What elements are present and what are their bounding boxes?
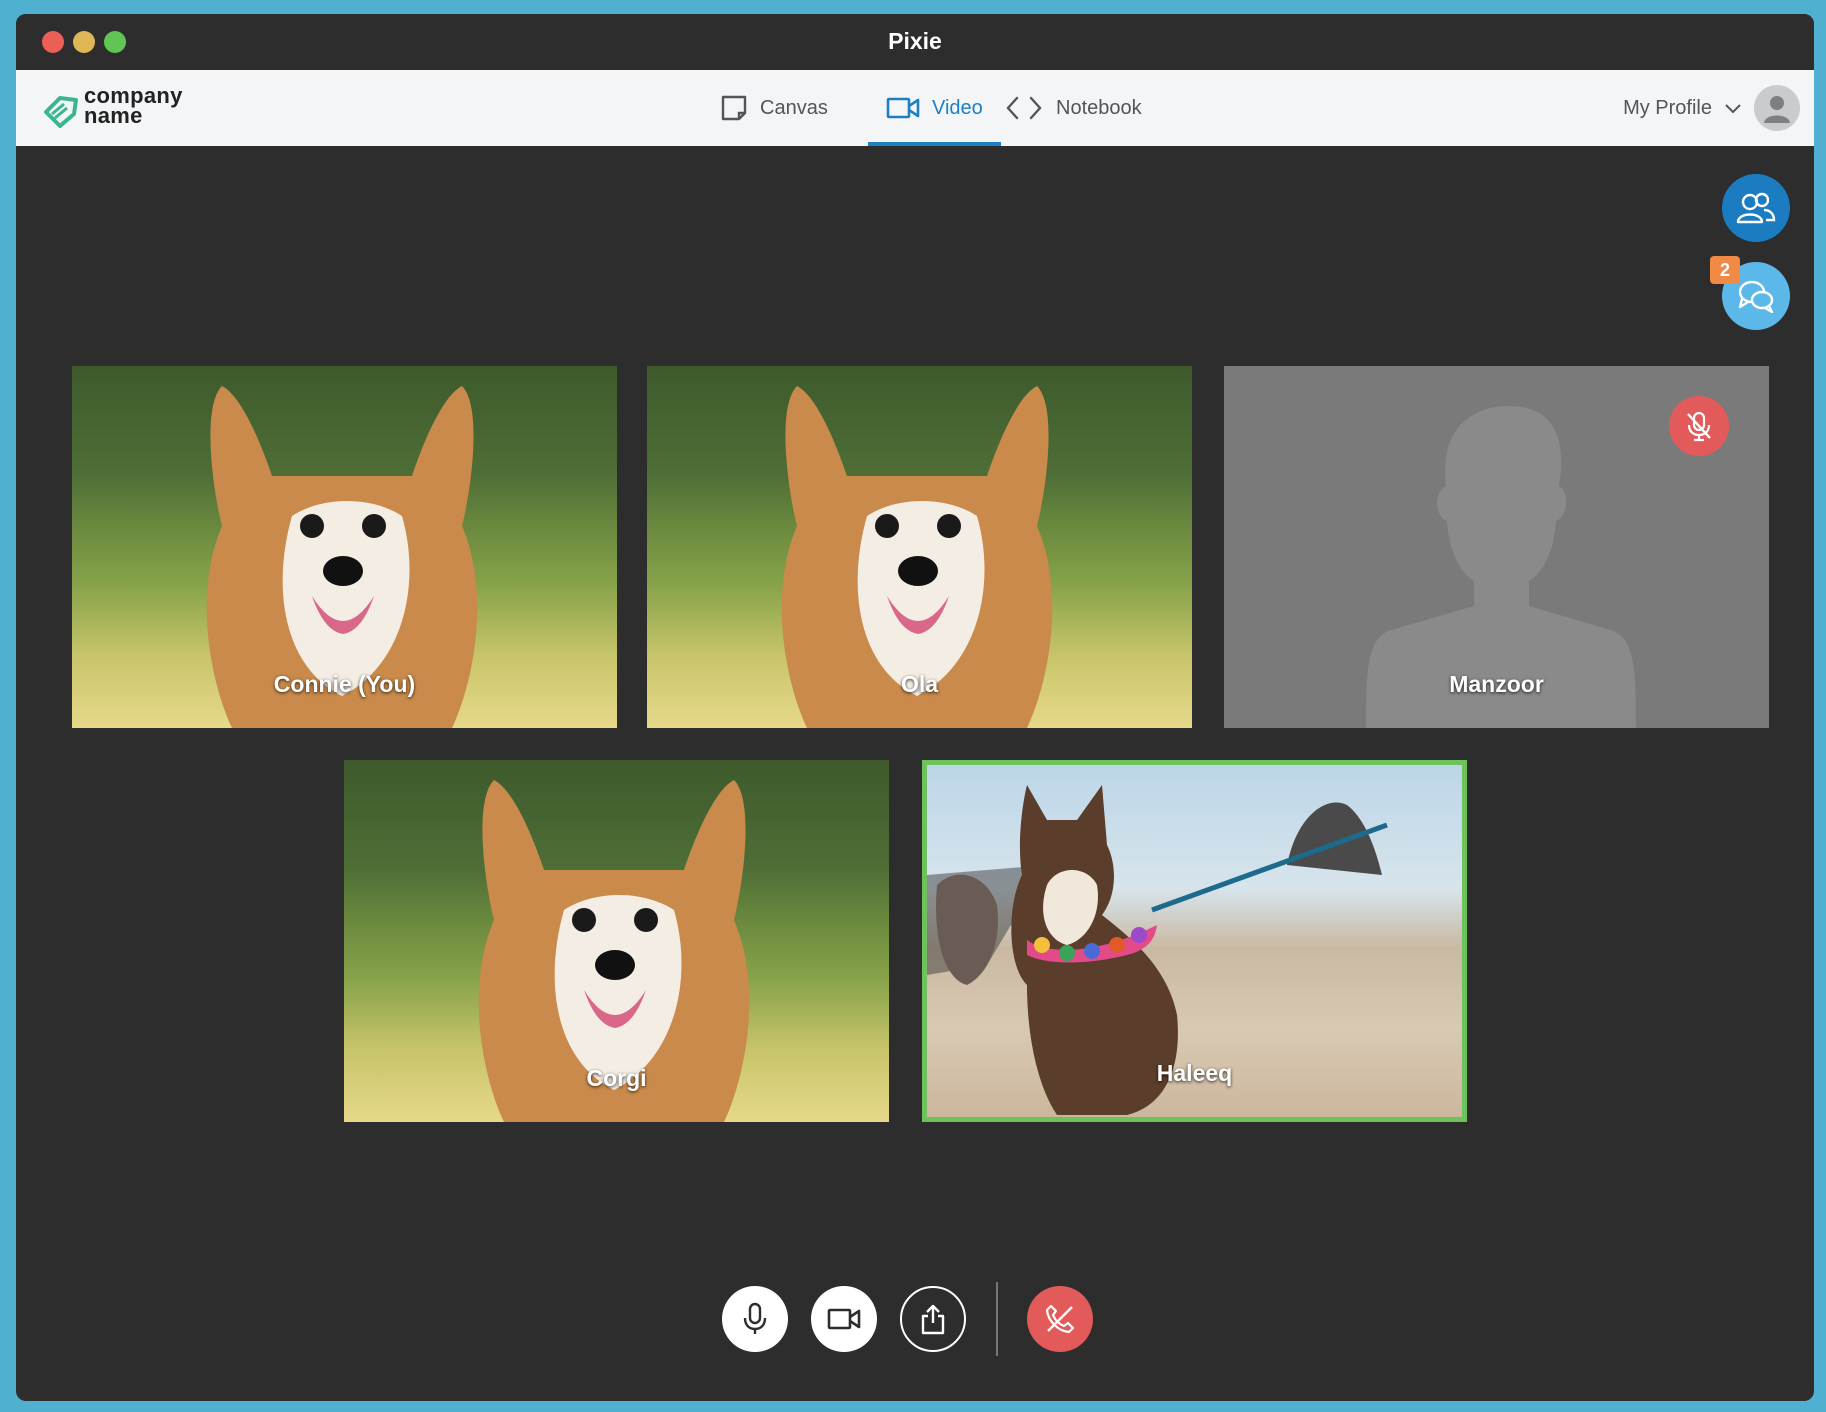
tab-video-label: Video	[932, 96, 983, 119]
participants-icon	[1736, 192, 1776, 224]
profile-menu[interactable]: My Profile	[1623, 82, 1800, 134]
participant-name: Connie (You)	[273, 671, 416, 697]
chevron-down-icon	[1725, 104, 1741, 114]
video-camera-icon	[827, 1308, 861, 1330]
tab-canvas[interactable]: Canvas	[720, 70, 828, 146]
avatar[interactable]	[1754, 85, 1800, 131]
participant-tile-manzoor[interactable]: Manzoor	[1224, 366, 1769, 728]
code-brackets-icon	[1006, 96, 1042, 120]
profile-label: My Profile	[1623, 96, 1712, 119]
window-title: Pixie	[888, 28, 942, 54]
participant-name: Haleeq	[1156, 1060, 1233, 1086]
tab-notebook[interactable]: Notebook	[1004, 70, 1142, 146]
nav-bar: company name Canvas Video Notebook My Pr…	[16, 70, 1814, 146]
tag-logo-icon	[44, 96, 78, 128]
end-call-icon	[1045, 1304, 1075, 1334]
participant-tile-ola[interactable]: Ola	[647, 366, 1192, 728]
share-screen-button[interactable]	[900, 1286, 966, 1352]
active-tab-indicator	[868, 142, 1001, 146]
muted-indicator	[1669, 396, 1729, 456]
participant-name: Ola	[900, 671, 939, 697]
microphone-button[interactable]	[722, 1286, 788, 1352]
participant-tile-corgi[interactable]: Corgi	[344, 760, 889, 1122]
brand-line-2: name	[84, 103, 143, 128]
tab-notebook-label: Notebook	[1056, 96, 1142, 119]
title-bar: Pixie	[16, 14, 1814, 70]
camera-button[interactable]	[811, 1286, 877, 1352]
tab-video[interactable]: Video	[868, 70, 1001, 146]
app-window: Pixie company name Canvas Video Notebook…	[16, 14, 1814, 1401]
participant-name: Manzoor	[1449, 671, 1544, 697]
unread-chat-badge: 2	[1710, 256, 1740, 284]
participant-tile-connie[interactable]: Connie (You)	[72, 366, 617, 728]
video-camera-icon	[886, 97, 920, 119]
company-logo[interactable]: company name	[42, 84, 212, 134]
tab-canvas-label: Canvas	[760, 96, 828, 119]
share-icon	[921, 1304, 945, 1335]
user-silhouette-icon	[1764, 96, 1790, 123]
microphone-icon	[743, 1302, 767, 1334]
participant-tile-haleeq[interactable]: Haleeq	[922, 760, 1467, 1122]
chat-icon	[1738, 280, 1774, 313]
participants-button[interactable]	[1722, 174, 1790, 242]
end-call-button[interactable]	[1027, 1286, 1093, 1352]
participant-name: Corgi	[586, 1065, 647, 1091]
microphone-muted-icon	[1687, 411, 1711, 442]
canvas-icon	[721, 95, 747, 121]
controls-divider	[996, 1282, 998, 1356]
